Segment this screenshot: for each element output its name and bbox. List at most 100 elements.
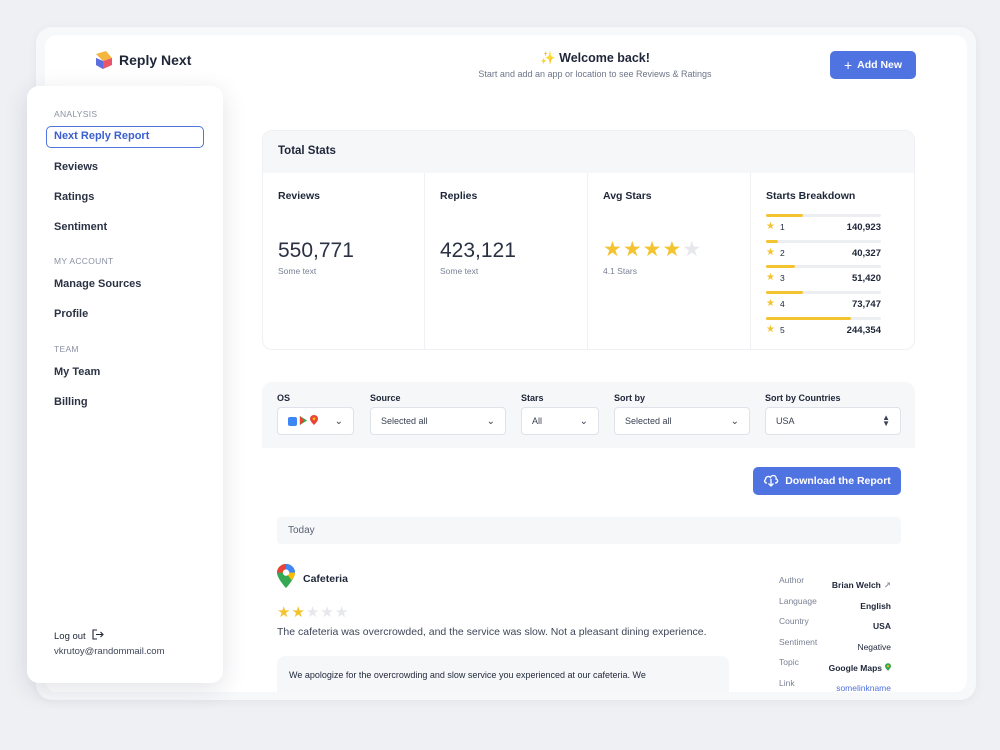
avg-stars-rating: ★ ★ ★ ★ ★ bbox=[603, 239, 735, 260]
section-title-team: TEAM bbox=[54, 344, 79, 354]
meta-author-row: Author Brian Welch ↗ bbox=[779, 575, 891, 596]
sort-by-select[interactable]: Selected all ⌄ bbox=[614, 407, 750, 435]
meta-sentiment-row: Sentiment Negative bbox=[779, 636, 891, 653]
sidebar-item-manage-sources[interactable]: Manage Sources bbox=[54, 278, 141, 290]
sidebar-item-my-team[interactable]: My Team bbox=[54, 366, 100, 378]
breakdown-row: ★ 3 51,420 bbox=[766, 265, 881, 291]
replies-stat: Replies 423,121 Some text bbox=[425, 173, 588, 349]
breakdown-bar-fill bbox=[766, 265, 795, 269]
sidebar-item-ratings[interactable]: Ratings bbox=[54, 191, 94, 203]
chevron-down-icon: ⌄ bbox=[486, 415, 495, 427]
stars-breakdown: Starts Breakdown ★ 1 140,923 ★ 2 40,327 ★ 3 51,4… bbox=[751, 173, 914, 349]
sidebar-item-next-reply-report[interactable]: Next Reply Report bbox=[46, 126, 204, 148]
review-meta: Author Brian Welch ↗ Language English Cou… bbox=[779, 575, 891, 692]
os-filter-label: OS bbox=[277, 393, 291, 403]
breakdown-row: ★ 2 40,327 bbox=[766, 239, 881, 266]
meta-link-row: Link somelinkname bbox=[779, 678, 891, 692]
author-link[interactable]: Brian Welch ↗ bbox=[832, 575, 891, 596]
replies-stat-sub: Some text bbox=[440, 266, 479, 276]
breakdown-bar bbox=[766, 214, 881, 217]
star-icon: ★ bbox=[766, 272, 775, 284]
star-icon: ★ bbox=[622, 238, 642, 261]
chevron-down-icon: ⌄ bbox=[579, 415, 588, 427]
review-place-name: Cafeteria bbox=[303, 572, 348, 585]
reviews-stat-label: Reviews bbox=[278, 190, 321, 202]
source-select-value: Selected all bbox=[381, 416, 428, 426]
review-item: Cafeteria ★ ★ ★ ★ ★ The cafeteria was overcr… bbox=[277, 564, 737, 692]
welcome-title: Welcome back! bbox=[559, 51, 650, 65]
google-maps-icon bbox=[310, 415, 318, 427]
section-title-analysis: ANALYSIS bbox=[54, 109, 98, 119]
star-icon: ★ bbox=[603, 238, 622, 261]
star-icon: ★ bbox=[291, 604, 305, 621]
countries-select[interactable]: USA ▲ ▼ bbox=[765, 407, 901, 435]
star-icon: ★ bbox=[766, 298, 775, 310]
reply-text[interactable]: We apologize for the overcrowding and sl… bbox=[277, 656, 729, 692]
replies-stat-value: 423,121 bbox=[440, 239, 516, 262]
breakdown-count: 51,420 bbox=[851, 273, 881, 285]
avg-stars-sub: 4.1 Stars bbox=[603, 266, 638, 276]
google-play-icon bbox=[299, 415, 308, 427]
breakdown-list: ★ 1 140,923 ★ 2 40,327 ★ 3 51,420 ★ 4 73,747 ★ 5 244,3… bbox=[766, 214, 881, 342]
user-email: vkrutoy@randommail.com bbox=[54, 646, 165, 657]
breakdown-bar bbox=[766, 239, 881, 243]
os-select[interactable]: ⌄ bbox=[277, 407, 354, 435]
brand-logo-icon bbox=[95, 50, 113, 70]
star-icon: ★ bbox=[766, 323, 775, 335]
filter-bar: OS ⌄ Source Selected all ⌄ Stars All ⌄ S… bbox=[262, 382, 915, 448]
breakdown-star-number: 4 bbox=[780, 299, 785, 310]
source-select[interactable]: Selected all ⌄ bbox=[370, 407, 506, 435]
countries-select-value: USA bbox=[776, 416, 795, 426]
reviews-stat-sub: Some text bbox=[278, 266, 317, 276]
star-icon: ★ bbox=[682, 238, 702, 261]
stars-select-value: All bbox=[532, 416, 543, 426]
breakdown-bar bbox=[766, 316, 881, 320]
download-report-label: Download the Report bbox=[785, 475, 891, 487]
review-text: The cafeteria was overcrowded, and the s… bbox=[277, 626, 707, 638]
welcome-block: ✨ Welcome back! Start and add an app or … bbox=[295, 51, 895, 79]
sidebar-item-billing[interactable]: Billing bbox=[54, 396, 88, 408]
sidebar-item-sentiment[interactable]: Sentiment bbox=[54, 221, 107, 233]
star-icon: ★ bbox=[320, 604, 334, 621]
stars-filter-label: Stars bbox=[521, 393, 544, 403]
chevron-down-icon: ⌄ bbox=[730, 415, 739, 427]
breakdown-star-number: 1 bbox=[780, 222, 785, 232]
date-group-header: Today bbox=[277, 517, 901, 544]
review-rating: ★ ★ ★ ★ ★ bbox=[277, 605, 737, 620]
stars-select[interactable]: All ⌄ bbox=[521, 407, 599, 435]
breakdown-count: 73,747 bbox=[851, 299, 881, 311]
star-icon: ★ bbox=[766, 246, 775, 258]
total-stats-title: Total Stats bbox=[263, 131, 914, 173]
welcome-subtitle: Start and add an app or location to see … bbox=[478, 69, 712, 79]
add-new-button[interactable]: + Add New bbox=[830, 51, 916, 79]
google-maps-icon bbox=[885, 662, 891, 673]
brand-logo[interactable]: Reply Next bbox=[95, 50, 191, 70]
sort-arrows-icon: ▲ ▼ bbox=[882, 412, 890, 428]
meta-language-row: Language English bbox=[779, 595, 891, 611]
app-store-icon bbox=[288, 416, 297, 426]
sidebar: ANALYSIS Next Reply Report Reviews Ratin… bbox=[27, 86, 223, 683]
breakdown-bar-fill bbox=[766, 316, 852, 320]
star-icon: ★ bbox=[305, 604, 320, 621]
external-link-icon: ↗ bbox=[883, 579, 891, 590]
breakdown-count: 244,354 bbox=[846, 324, 881, 336]
sort-by-label: Sort by bbox=[614, 393, 646, 403]
reviews-panel: OS ⌄ Source Selected all ⌄ Stars All ⌄ S… bbox=[262, 382, 915, 692]
logout-button[interactable]: Log out bbox=[54, 629, 104, 643]
review-link[interactable]: somelinkname bbox=[836, 678, 891, 692]
source-filter-label: Source bbox=[370, 393, 401, 403]
star-icon: ★ bbox=[642, 238, 662, 261]
star-icon: ★ bbox=[334, 604, 349, 621]
source-filter: Source Selected all ⌄ bbox=[370, 393, 506, 435]
total-stats-card: Total Stats Reviews 550,771 Some text Re… bbox=[262, 130, 915, 350]
reviews-stat-value: 550,771 bbox=[278, 239, 354, 262]
section-title-my-account: MY ACCOUNT bbox=[54, 256, 114, 266]
sidebar-item-profile[interactable]: Profile bbox=[54, 308, 88, 320]
sort-by-value: Selected all bbox=[625, 416, 672, 426]
download-report-button[interactable]: Download the Report bbox=[753, 467, 901, 495]
sidebar-item-reviews[interactable]: Reviews bbox=[54, 161, 98, 173]
breakdown-bar bbox=[766, 291, 881, 295]
breakdown-star-number: 3 bbox=[780, 273, 785, 284]
star-icon: ★ bbox=[662, 238, 682, 261]
breakdown-bar bbox=[766, 265, 881, 269]
